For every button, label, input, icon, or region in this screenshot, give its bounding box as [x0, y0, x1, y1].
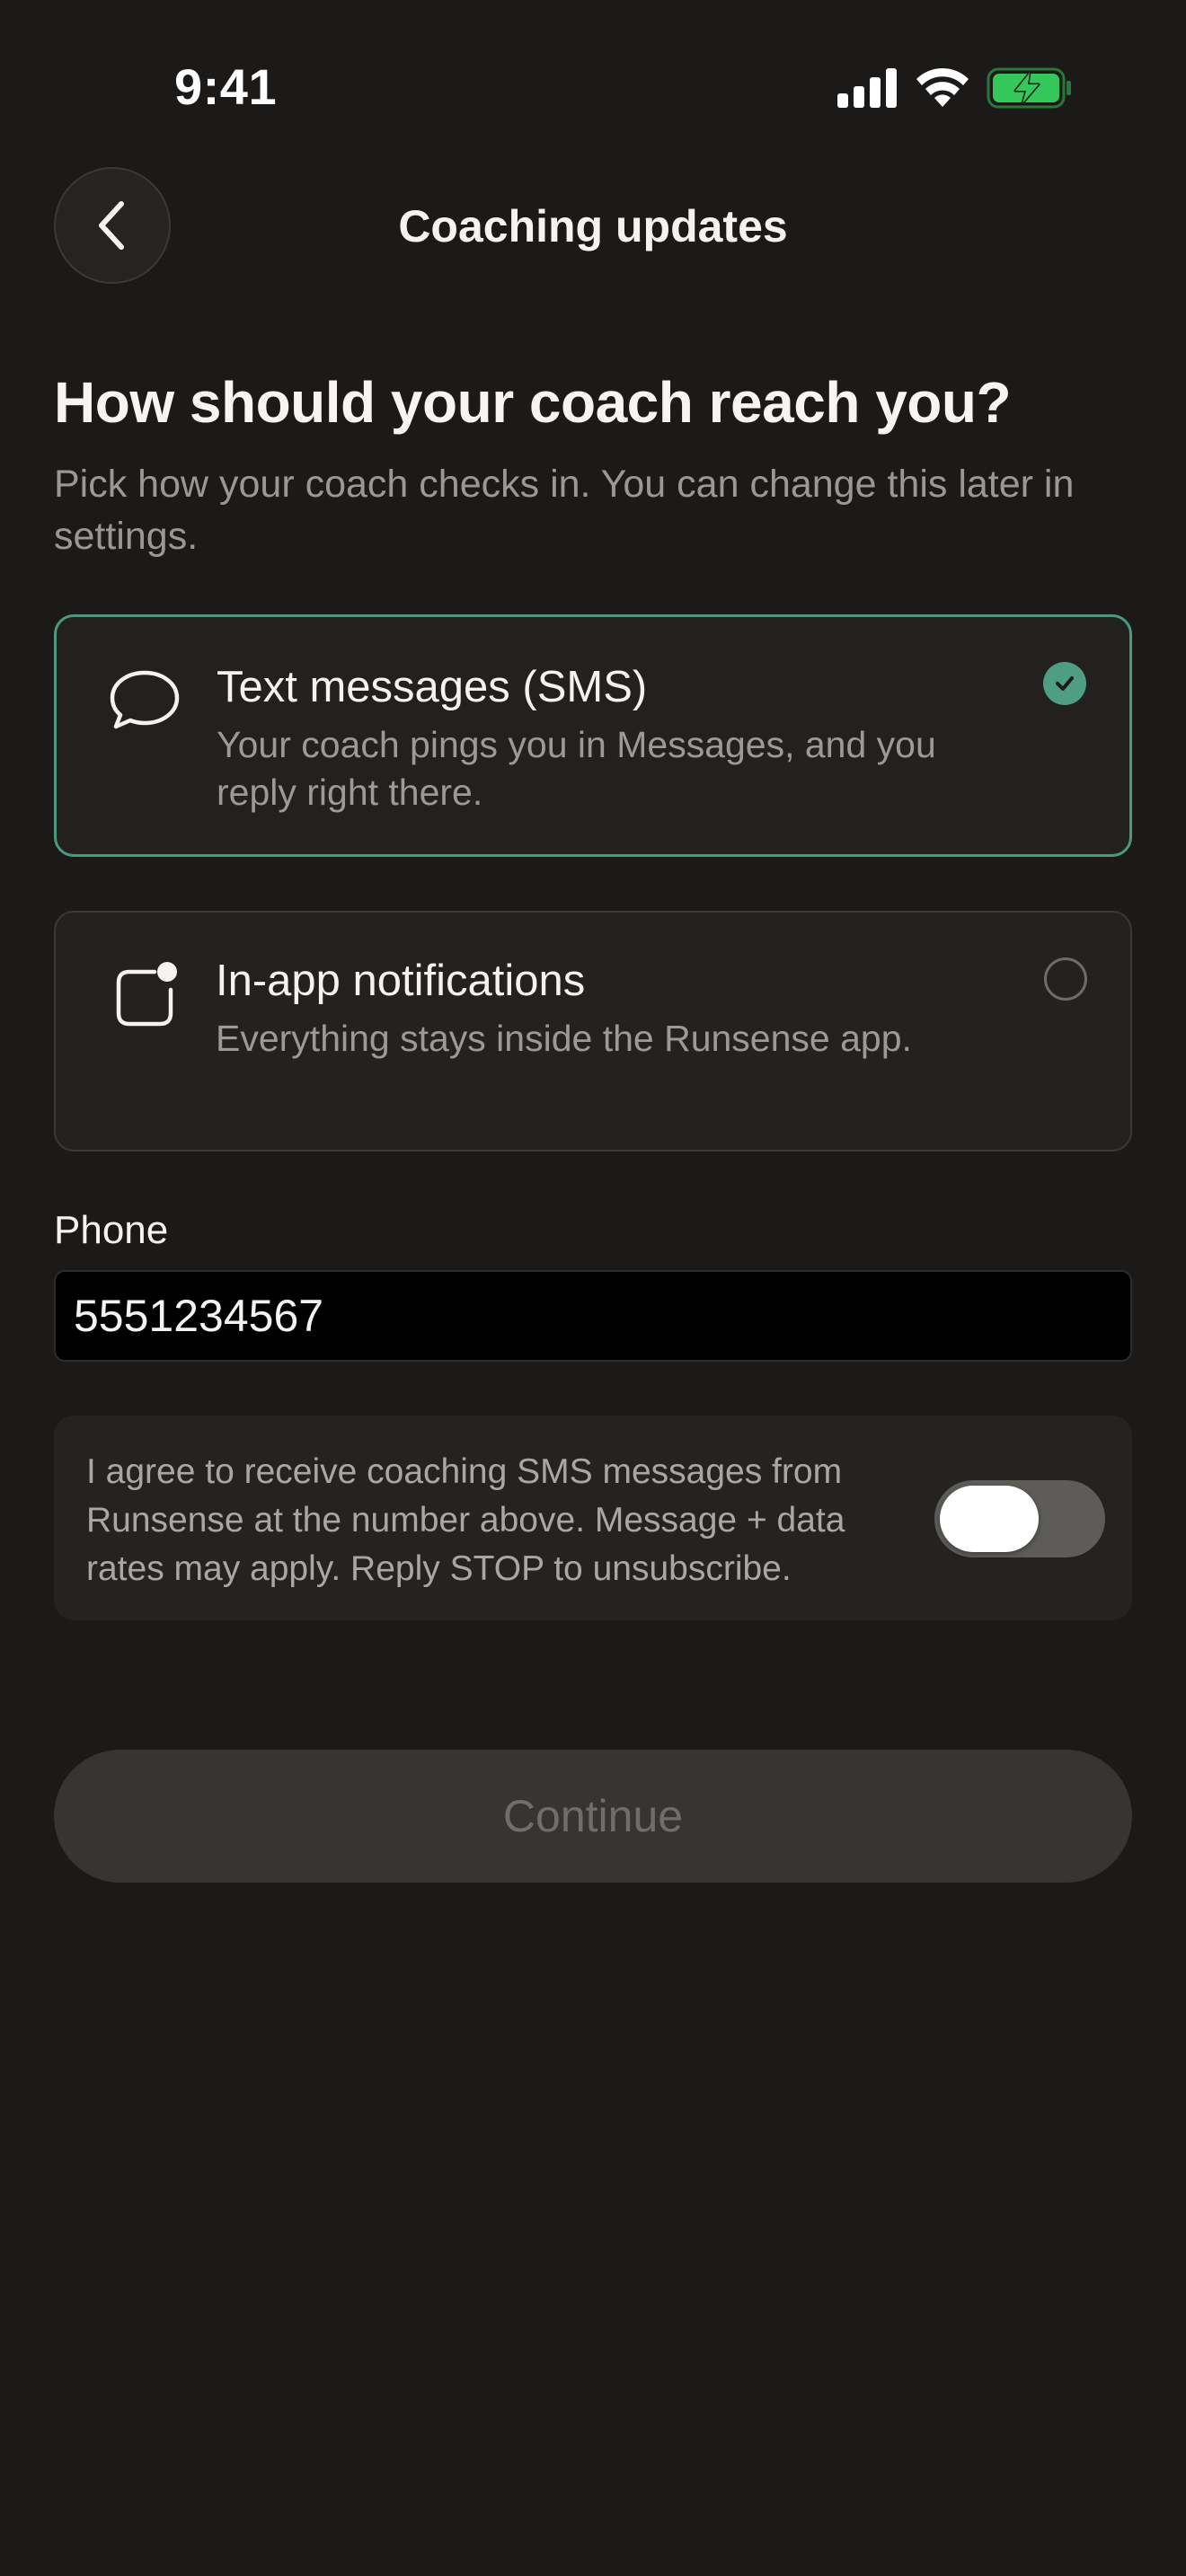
subtext: Pick how your coach checks in. You can c… [54, 463, 1075, 558]
option-description: Your coach pings you in Messages, and yo… [217, 724, 936, 813]
headline: How should your coach reach you? [54, 370, 1012, 435]
sms-consent-row: I agree to receive coaching SMS messages… [54, 1416, 1132, 1620]
continue-button[interactable]: Continue [54, 1750, 1132, 1883]
status-icons [837, 63, 1073, 113]
option-in-app[interactable]: In-app notifications Everything stays in… [54, 911, 1132, 1151]
app-notification-icon [116, 962, 177, 1027]
phone-input[interactable] [54, 1270, 1132, 1362]
option-title: Text messages (SMS) [217, 663, 648, 711]
checkmark-icon [1056, 676, 1074, 691]
option-sms[interactable]: Text messages (SMS) Your coach pings you… [54, 614, 1132, 857]
consent-toggle[interactable] [934, 1480, 1105, 1557]
option-description: Everything stays inside the Runsense app… [216, 1018, 912, 1059]
battery-charging-icon [987, 67, 1071, 109]
consent-text: I agree to receive coaching SMS messages… [86, 1452, 845, 1588]
cellular-signal-icon [837, 68, 897, 108]
page-title: Coaching updates [398, 201, 788, 251]
radio-checked-icon[interactable] [1043, 662, 1086, 705]
status-time: 9:41 [174, 58, 278, 115]
radio-unchecked-icon[interactable] [1044, 957, 1087, 1001]
speech-bubble-icon [110, 670, 180, 729]
phone-label: Phone [54, 1208, 169, 1252]
toggle-knob [940, 1486, 1039, 1552]
option-title: In-app notifications [216, 957, 586, 1005]
wifi-icon [916, 67, 969, 107]
